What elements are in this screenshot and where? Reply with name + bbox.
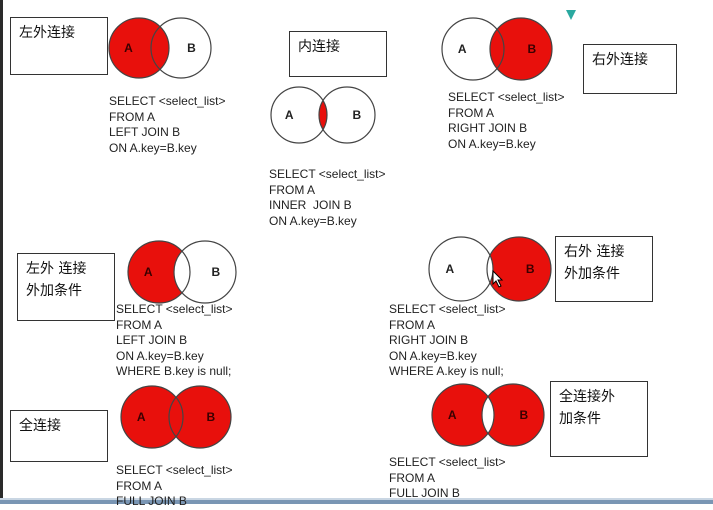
label-box-inner: 内连接 — [289, 31, 387, 77]
label-box-text: 全连接 — [19, 418, 61, 434]
label-box-right-outer-cond: 右外 连接 外加条件 — [555, 236, 653, 302]
mouse-cursor-icon — [492, 270, 504, 288]
label-box-text: 右外 连接 — [564, 244, 625, 260]
label-box-text: 左外连接 — [19, 25, 75, 41]
sql-left-outer-cond: SELECT <select_list> FROM A LEFT JOIN B … — [116, 302, 233, 378]
circle-b-label: B — [526, 262, 535, 276]
circle-b-label: B — [207, 410, 216, 424]
label-box-text: 外加条件 — [26, 283, 82, 299]
circle-b-label: B — [528, 42, 537, 56]
window-left-edge — [0, 0, 3, 504]
venn-full-outer: AB — [120, 385, 232, 449]
circle-a-label: A — [445, 262, 454, 276]
label-box-text: 左外 连接 — [26, 261, 87, 277]
sql-full-outer: SELECT <select_list> FROM A FULL JOIN B — [116, 463, 233, 508]
label-box-text: 内连接 — [298, 39, 340, 55]
circle-a-label: A — [285, 108, 294, 122]
label-box-text: 右外连接 — [592, 52, 648, 68]
circle-a-label: A — [144, 265, 153, 279]
venn-inner: AB — [270, 86, 376, 144]
venn-right-outer: AB — [441, 17, 553, 81]
circle-a-label: A — [458, 42, 467, 56]
circle-a-label: A — [448, 408, 457, 422]
venn-right-outer-cond: AB — [428, 236, 552, 302]
circle-b-label: B — [520, 408, 529, 422]
sql-inner: SELECT <select_list> FROM A INNER JOIN B… — [269, 167, 386, 228]
label-box-full-outer-cond: 全连接外 加条件 — [550, 381, 648, 457]
sql-right-outer-cond: SELECT <select_list> FROM A RIGHT JOIN B… — [389, 302, 506, 378]
label-box-left-outer-cond: 左外 连接 外加条件 — [17, 253, 115, 321]
label-box-full-outer: 全连接 — [10, 410, 108, 462]
venn-full-outer-cond: AB — [431, 383, 545, 447]
sql-full-outer-cond: SELECT <select_list> FROM A FULL JOIN B — [389, 455, 506, 500]
label-box-text: 全连接外 — [559, 389, 615, 405]
circle-a-label: A — [137, 410, 146, 424]
label-box-right-outer: 右外连接 — [583, 44, 677, 94]
label-box-text: 加条件 — [559, 411, 601, 427]
circle-b-label: B — [212, 265, 221, 279]
venn-left-outer: AB — [108, 17, 212, 79]
teal-corner-marker — [566, 10, 576, 20]
venn-left-outer-cond: AB — [127, 240, 237, 304]
join-diagram-stage: A B 左外连接 SELECT <select_list> FROM A LEFT J… — [0, 0, 713, 508]
label-box-left-outer: 左外连接 — [10, 17, 108, 75]
circle-b-label: B — [352, 108, 361, 122]
window-bottom-edge-inner — [0, 500, 713, 504]
circle-b-label: B — [187, 41, 196, 55]
circle-a-label: A — [124, 41, 133, 55]
label-box-text: 外加条件 — [564, 266, 620, 282]
sql-right-outer: SELECT <select_list> FROM A RIGHT JOIN B… — [448, 90, 565, 151]
sql-left-outer: SELECT <select_list> FROM A LEFT JOIN B … — [109, 94, 226, 155]
